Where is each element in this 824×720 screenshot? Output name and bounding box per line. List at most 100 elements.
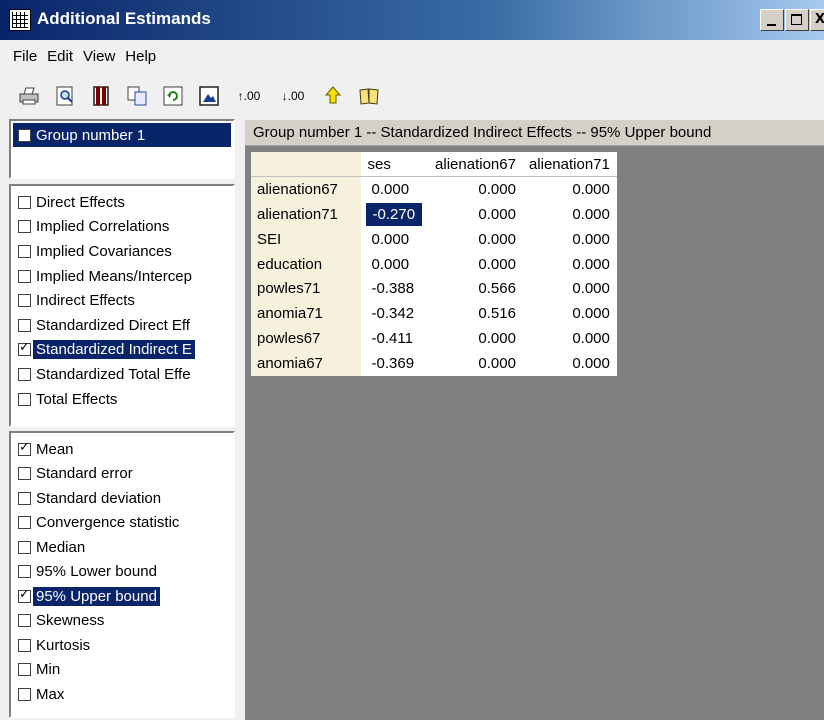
estimand-list[interactable]: Direct Effects Implied Correlations Implie… xyxy=(9,184,235,427)
estimand-item[interactable]: Total Effects xyxy=(11,387,233,412)
increase-decimals-button[interactable]: ↑.00 xyxy=(230,83,268,109)
group-checkbox[interactable] xyxy=(18,128,31,142)
menu-view[interactable]: View xyxy=(78,44,120,72)
estimand-checkbox[interactable] xyxy=(18,244,31,258)
table-cell[interactable]: 0.000 xyxy=(522,326,617,352)
table-cell[interactable]: 0.000 xyxy=(428,226,523,252)
row-header[interactable]: anomia67 xyxy=(251,351,362,377)
statistic-checkbox[interactable] xyxy=(18,491,31,505)
copy-button[interactable] xyxy=(122,83,152,109)
statistic-item[interactable]: 95% Upper bound xyxy=(11,584,233,609)
statistic-checkbox[interactable] xyxy=(18,565,31,579)
refresh-button[interactable] xyxy=(158,83,188,109)
estimand-checkbox[interactable] xyxy=(18,318,31,332)
row-header[interactable]: education xyxy=(251,251,362,277)
minimize-button[interactable] xyxy=(760,9,784,31)
table-cell[interactable]: -0.342 xyxy=(361,301,430,327)
table-cell[interactable]: 0.000 xyxy=(522,276,617,302)
estimand-item[interactable]: Standardized Direct Eff xyxy=(11,313,233,338)
row-header[interactable]: SEI xyxy=(251,226,362,252)
estimand-checkbox[interactable] xyxy=(18,392,31,406)
statistic-list[interactable]: Mean Standard error Standard deviation Conv… xyxy=(9,431,235,718)
estimand-item[interactable]: Standardized Total Effe xyxy=(11,362,233,387)
row-header[interactable]: alienation71 xyxy=(251,201,362,227)
up-arrow-button[interactable] xyxy=(318,83,348,109)
statistic-checkbox[interactable] xyxy=(18,587,31,603)
table-cell[interactable]: 0.000 xyxy=(428,251,523,277)
statistic-checkbox[interactable] xyxy=(18,467,31,481)
decrease-decimals-button[interactable]: ↓.00 xyxy=(274,83,312,109)
estimand-item[interactable]: Direct Effects xyxy=(11,190,233,215)
table-cell[interactable]: 0.000 xyxy=(522,176,617,202)
statistic-item[interactable]: Median xyxy=(11,535,233,560)
image-button[interactable] xyxy=(194,83,224,109)
statistic-checkbox[interactable] xyxy=(18,614,31,628)
table-row: anomia71 -0.342 0.516 0.000 xyxy=(251,301,617,327)
help-book-button[interactable] xyxy=(354,83,384,109)
estimand-item[interactable]: Implied Covariances xyxy=(11,239,233,264)
print-button[interactable] xyxy=(14,83,44,109)
close-button[interactable]: X xyxy=(810,9,824,31)
statistic-item[interactable]: Skewness xyxy=(11,609,233,634)
statistic-item[interactable]: Kurtosis xyxy=(11,633,233,658)
menu-edit[interactable]: Edit xyxy=(42,44,78,72)
table-cell[interactable]: -0.388 xyxy=(361,276,430,302)
table-cell[interactable]: -0.411 xyxy=(361,326,430,352)
table-cell[interactable]: 0.000 xyxy=(428,176,523,202)
estimand-item[interactable]: Implied Correlations xyxy=(11,215,233,240)
table-cell[interactable]: 0.000 xyxy=(522,251,617,277)
statistic-item[interactable]: Standard deviation xyxy=(11,486,233,511)
table-cell[interactable]: 0.566 xyxy=(428,276,523,302)
group-list[interactable]: Group number 1 xyxy=(9,119,235,179)
estimand-checkbox[interactable] xyxy=(18,367,31,381)
columns-button[interactable] xyxy=(86,83,116,109)
table-cell[interactable]: 0.000 xyxy=(522,301,617,327)
group-item[interactable]: Group number 1 xyxy=(13,123,231,147)
statistic-checkbox[interactable] xyxy=(18,663,31,677)
table-cell[interactable]: 0.000 xyxy=(361,251,430,277)
table-cell[interactable]: 0.000 xyxy=(428,201,523,227)
statistic-item[interactable]: Standard error xyxy=(11,462,233,487)
estimand-item[interactable]: Indirect Effects xyxy=(11,288,233,313)
row-header[interactable]: anomia71 xyxy=(251,301,362,327)
statistic-item[interactable]: Convergence statistic xyxy=(11,511,233,536)
row-header[interactable]: alienation67 xyxy=(251,176,362,202)
table-cell[interactable]: -0.270 xyxy=(361,201,430,227)
menu-file[interactable]: File xyxy=(8,44,42,72)
print-preview-button[interactable] xyxy=(50,83,80,109)
estimand-checkbox[interactable] xyxy=(18,195,31,209)
statistic-checkbox[interactable] xyxy=(18,540,31,554)
column-header[interactable]: ses xyxy=(361,152,430,178)
table-cell[interactable]: 0.000 xyxy=(361,176,430,202)
table-cell[interactable]: 0.000 xyxy=(522,351,617,377)
estimand-item[interactable]: Standardized Indirect E xyxy=(11,338,233,363)
statistic-checkbox[interactable] xyxy=(18,440,31,456)
maximize-button[interactable] xyxy=(785,9,809,31)
estimand-checkbox[interactable] xyxy=(18,269,31,283)
statistic-checkbox[interactable] xyxy=(18,516,31,530)
menu-help[interactable]: Help xyxy=(120,44,161,72)
table-cell[interactable]: 0.000 xyxy=(361,226,430,252)
cell-value: -0.342 xyxy=(371,305,415,323)
statistic-item[interactable]: Mean xyxy=(11,437,233,462)
title-bar[interactable]: Additional Estimands X xyxy=(0,0,824,40)
table-cell[interactable]: -0.369 xyxy=(361,351,430,377)
column-header[interactable]: alienation67 xyxy=(428,152,523,178)
table-cell[interactable]: 0.000 xyxy=(522,201,617,227)
table-cell[interactable]: 0.000 xyxy=(522,226,617,252)
table-cell[interactable]: 0.000 xyxy=(428,351,523,377)
table-cell[interactable]: 0.516 xyxy=(428,301,523,327)
statistic-checkbox[interactable] xyxy=(18,638,31,652)
statistic-item[interactable]: 95% Lower bound xyxy=(11,560,233,585)
estimand-item[interactable]: Implied Means/Intercep xyxy=(11,264,233,289)
statistic-item[interactable]: Min xyxy=(11,658,233,683)
estimand-checkbox[interactable] xyxy=(18,294,31,308)
estimand-checkbox[interactable] xyxy=(18,340,31,357)
estimand-checkbox[interactable] xyxy=(18,220,31,234)
statistic-checkbox[interactable] xyxy=(18,687,31,701)
row-header[interactable]: powles71 xyxy=(251,276,362,302)
statistic-item[interactable]: Max xyxy=(11,682,233,707)
column-header[interactable]: alienation71 xyxy=(522,152,617,178)
row-header[interactable]: powles67 xyxy=(251,326,362,352)
table-cell[interactable]: 0.000 xyxy=(428,326,523,352)
